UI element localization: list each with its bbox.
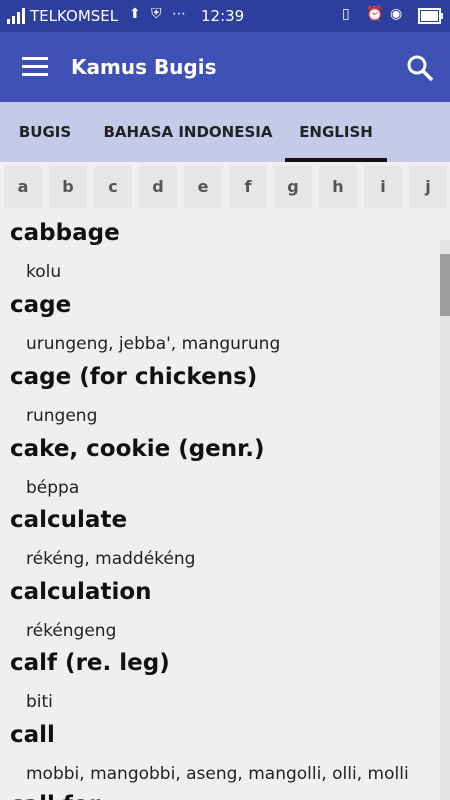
letter-i[interactable]: i (364, 166, 402, 208)
entry-translation: kolu (26, 262, 62, 282)
entry-translation: urungeng, jebba', mangurung (26, 334, 281, 354)
app-bar: Kamus Bugis (0, 32, 450, 102)
letter-e[interactable]: e (184, 166, 222, 208)
menu-icon[interactable] (22, 54, 48, 78)
list-item[interactable]: call mobbi, mangobbi, aseng, mangolli, o… (0, 722, 438, 792)
search-icon[interactable] (404, 52, 436, 84)
letter-g[interactable]: g (274, 166, 312, 208)
entry-word: cabbage (10, 220, 120, 246)
list-item[interactable]: cage (for chickens) rungeng (0, 364, 438, 434)
word-list: cabbage kolu cage urungeng, jebba', mang… (0, 214, 438, 800)
list-item[interactable]: calculate rékéng, maddékéng (0, 507, 438, 577)
entry-translation: rungeng (26, 406, 98, 426)
entry-word: call (10, 722, 55, 748)
upload-icon: ⬆ (129, 6, 141, 22)
list-item[interactable]: calf (re. leg) biti (0, 650, 438, 720)
signal-icon (7, 8, 25, 24)
letter-c[interactable]: c (94, 166, 132, 208)
letter-f[interactable]: f (229, 166, 267, 208)
list-item[interactable]: call for (0, 792, 438, 800)
entry-word: cake, cookie (genr.) (10, 436, 265, 462)
letter-a[interactable]: a (4, 166, 42, 208)
clock: 12:39 (201, 7, 245, 25)
entry-translation: béppa (26, 478, 80, 498)
tab-bahasa-indonesia[interactable]: BAHASA INDONESIA (96, 102, 280, 162)
entry-translation: mobbi, mangobbi, aseng, mangolli, olli, … (26, 764, 409, 784)
letter-d[interactable]: d (139, 166, 177, 208)
carrier-label: TELKOMSEL (30, 7, 119, 25)
entry-word: call for (10, 792, 100, 800)
entry-word: calculation (10, 579, 152, 605)
tab-english[interactable]: ENGLISH (285, 102, 387, 162)
tab-bugis[interactable]: BUGIS (8, 102, 82, 162)
status-bar: TELKOMSEL ⬆ ⛨ ⋯ 12:39 ▯ ⏰ ◉ (0, 0, 450, 32)
letter-j[interactable]: j (409, 166, 447, 208)
app-title: Kamus Bugis (71, 55, 217, 79)
entry-word: calf (re. leg) (10, 650, 170, 676)
entry-translation: biti (26, 692, 53, 712)
shield-icon: ⛨ (151, 6, 162, 22)
battery-icon (418, 8, 443, 24)
entry-word: cage (for chickens) (10, 364, 258, 390)
scrollbar-thumb[interactable] (440, 254, 450, 316)
letter-b[interactable]: b (49, 166, 87, 208)
list-item[interactable]: calculation rékéngeng (0, 579, 438, 649)
entry-translation: rékéngeng (26, 621, 117, 641)
entry-word: cage (10, 292, 72, 318)
language-tabs: BUGIS BAHASA INDONESIA ENGLISH (0, 102, 450, 162)
eye-icon: ◉ (390, 6, 403, 22)
entry-translation: rékéng, maddékéng (26, 549, 196, 569)
list-item[interactable]: cabbage kolu (0, 220, 438, 290)
sim-icon: ▯ (342, 6, 350, 22)
entry-word: calculate (10, 507, 128, 533)
scrollbar[interactable] (440, 240, 450, 800)
alphabet-bar: a b c d e f g h i j (0, 162, 450, 214)
list-item[interactable]: cake, cookie (genr.) béppa (0, 436, 438, 506)
list-item[interactable]: cage urungeng, jebba', mangurung (0, 292, 438, 362)
alarm-icon: ⏰ (366, 6, 384, 22)
more-icon: ⋯ (172, 6, 186, 22)
letter-h[interactable]: h (319, 166, 357, 208)
